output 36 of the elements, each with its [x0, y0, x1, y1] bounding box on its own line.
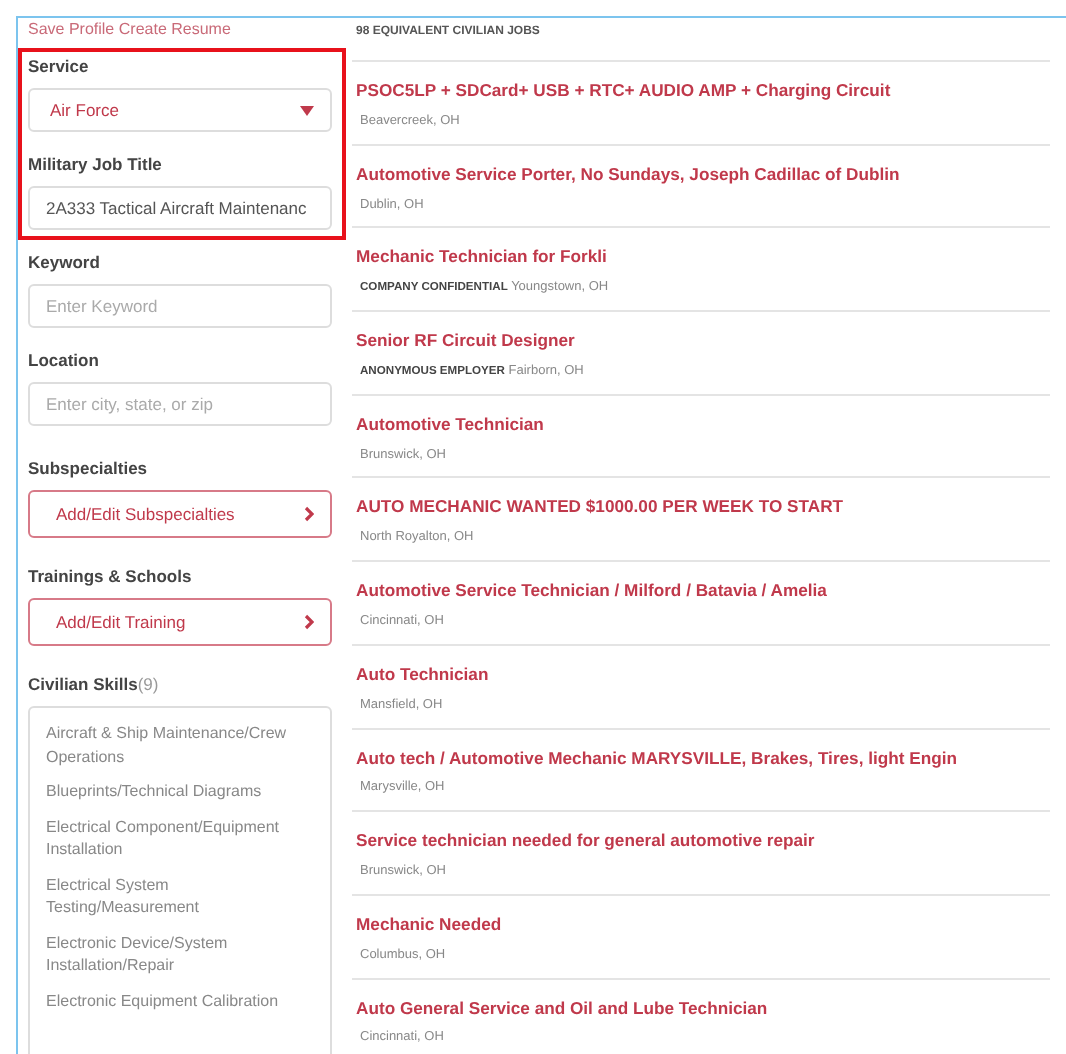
job-title-link[interactable]: AUTO MECHANIC WANTED $1000.00 PER WEEK TO START [356, 494, 1050, 521]
job-title-link[interactable]: Auto Technician [356, 661, 1050, 688]
job-title-link[interactable]: PSOC5LP + SDCard+ USB + RTC+ AUDIO AMP + Charging Circuit [356, 78, 1050, 104]
field-label: Service [28, 56, 91, 76]
job-title-link[interactable]: Automotive Service Porter, No Sundays, Joseph Cadillac of Dublin [356, 161, 1050, 188]
skill-item: Electronic Equipment Calibration [46, 989, 281, 1012]
field-label: Subspecialties [28, 458, 150, 478]
job-title-link[interactable]: Auto General Service and Oil and Lube Technician [356, 995, 1050, 1021]
job-title-link[interactable]: Service technician needed for general automotive repair [356, 828, 1050, 855]
input-field[interactable]: Enter city, state, or zip [28, 382, 332, 426]
job-title-link[interactable]: Automotive Service Technician / Milford / Batavia / Amelia [356, 578, 1050, 605]
chevron-right-icon [304, 506, 314, 522]
service-select[interactable]: Air Force [28, 88, 332, 132]
job-title-link[interactable]: Automotive Technician [356, 411, 1050, 438]
skill-item: Electrical System Testing/Measurement [46, 873, 201, 919]
field-label: Trainings & Schools [28, 566, 194, 586]
job-title-link[interactable]: Senior RF Circuit Designer [356, 328, 1050, 354]
job-title-link[interactable]: Mechanic Needed [356, 911, 1050, 938]
skill-item: Electronic Device/System Installation/Repair [46, 931, 230, 977]
add-edit-button[interactable]: Add/Edit Subspecialties [28, 490, 332, 538]
chevron-right-icon [304, 614, 314, 630]
field-label: Military Job Title [28, 154, 164, 174]
job-title-link[interactable]: Auto tech / Automotive Mechanic MARYSVILLE, Brakes, Tires, light Engin [356, 745, 1050, 771]
skill-item: Blueprints/Technical Diagrams [46, 780, 264, 803]
job-title-link[interactable]: Mechanic Technician for Forkli [356, 244, 1050, 271]
profile-link[interactable]: Save Profile [28, 20, 115, 38]
add-edit-button[interactable]: Add/Edit Training [28, 598, 332, 646]
caret-icon [300, 105, 314, 115]
field-label: Keyword [28, 252, 102, 272]
input-field[interactable]: Enter Keyword [28, 284, 332, 328]
field-label: Location [28, 350, 101, 370]
job-title-field[interactable]: 2A333 Tactical Aircraft Maintenanc [28, 186, 332, 230]
field-label: Civilian Skills(9) [28, 674, 161, 694]
profile-link[interactable]: Create Resume [118, 20, 231, 38]
skill-item: Electrical Component/Equipment Installation [46, 815, 282, 861]
skill-item: Aircraft & Ship Maintenance/Crew Operations [46, 722, 289, 768]
